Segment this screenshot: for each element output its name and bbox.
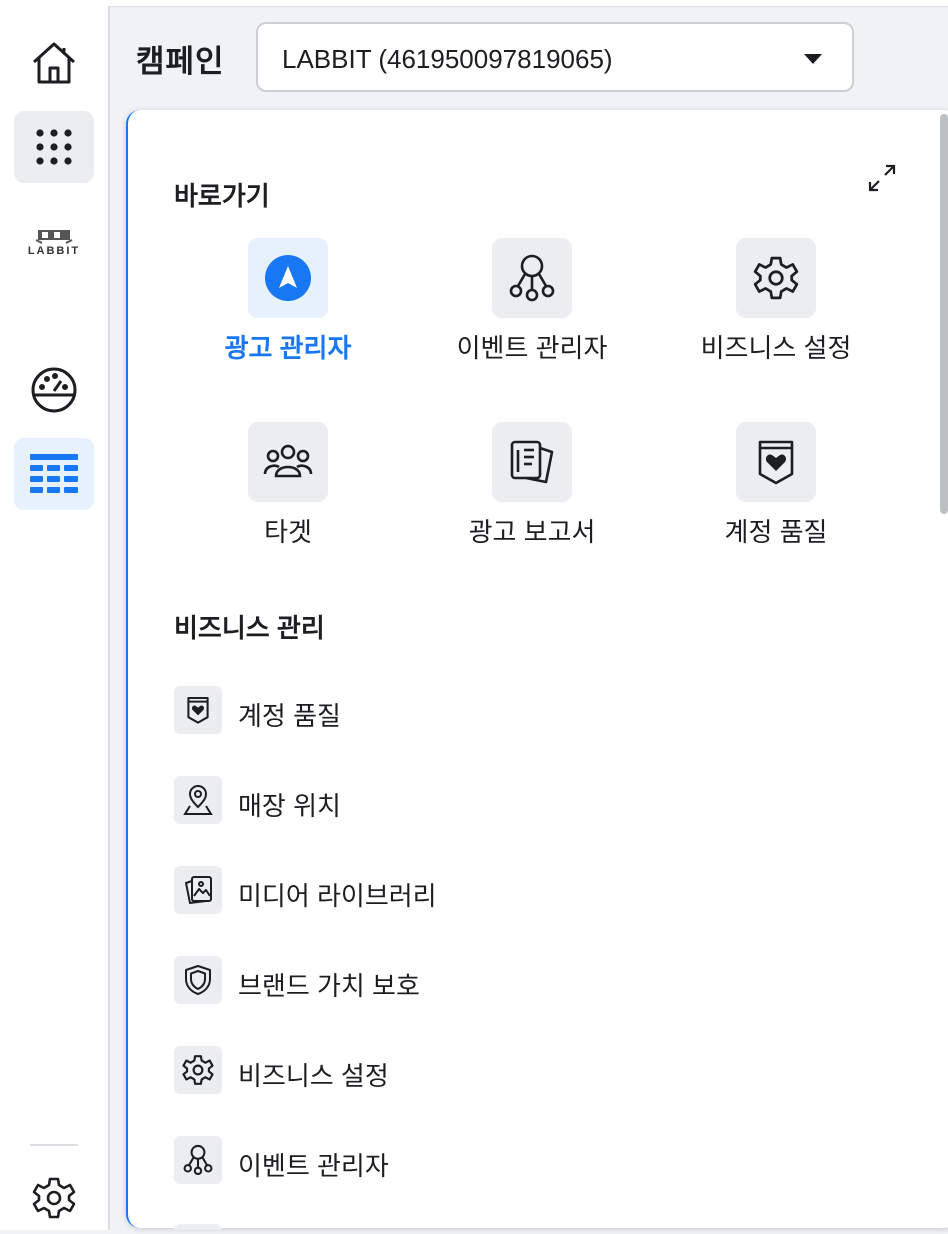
settings-button[interactable]	[14, 1162, 94, 1234]
menu-item-store-locations[interactable]: 매장 위치	[174, 776, 914, 826]
shortcut-icon-box	[248, 422, 328, 502]
logo-graphic	[35, 230, 73, 244]
shortcut-icon-box	[736, 422, 816, 502]
shortcut-icon-box	[492, 422, 572, 502]
home-button[interactable]	[14, 26, 94, 98]
menu-item-media-library[interactable]: 미디어 라이브러리	[174, 866, 914, 916]
page-header: 캠페인 LABBIT (461950097819065)	[110, 6, 948, 104]
audience-icon	[263, 444, 313, 478]
shortcut-events-manager[interactable]: 이벤트 관리자	[432, 238, 632, 388]
caret-down-icon	[804, 54, 822, 64]
menu-item-label: 계정 품질	[238, 701, 341, 731]
gear-icon	[32, 1177, 76, 1219]
menu-icon-box	[174, 686, 222, 734]
campaigns-button[interactable]	[14, 438, 94, 510]
account-quality-icon	[758, 440, 794, 485]
menu-item-brand-safety[interactable]: 브랜드 가치 보호	[174, 956, 914, 1006]
apps-grid-icon	[36, 129, 72, 165]
left-nav-rail: LABBIT	[0, 6, 110, 1230]
menu-item-account-quality[interactable]: 계정 품질	[174, 686, 914, 736]
shortcut-business-settings[interactable]: 비즈니스 설정	[676, 238, 876, 388]
expand-icon[interactable]	[866, 162, 898, 194]
account-quality-icon	[187, 696, 209, 724]
shortcut-label: 광고 관리자	[224, 333, 352, 363]
shortcut-label: 계정 품질	[724, 517, 828, 547]
shortcuts-section-title: 바로가기	[174, 181, 270, 211]
events-manager-icon	[509, 254, 555, 302]
menu-item-label: 매장 위치	[238, 791, 341, 821]
home-icon	[32, 42, 76, 84]
shortcut-icon-box	[492, 238, 572, 318]
shortcut-label: 비즈니스 설정	[700, 333, 852, 363]
menu-icon-box	[174, 1136, 222, 1184]
shield-icon	[185, 965, 211, 995]
menu-item-label: 이벤트 관리자	[238, 1151, 389, 1181]
business-management-section-title: 비즈니스 관리	[174, 613, 325, 643]
page-title: 캠페인	[136, 44, 225, 79]
account-select-value: LABBIT (461950097819065)	[282, 44, 613, 74]
ads-manager-icon	[265, 255, 311, 301]
menu-icon-box	[174, 866, 222, 914]
shortcut-label: 이벤트 관리자	[456, 333, 608, 363]
gauge-icon	[31, 367, 77, 413]
performance-button[interactable]	[14, 354, 94, 426]
menu-icon-box	[174, 1046, 222, 1094]
shortcut-label: 타겟	[264, 517, 312, 547]
shortcut-audiences[interactable]: 타겟	[188, 422, 388, 572]
business-logo[interactable]: LABBIT	[18, 228, 90, 268]
menu-item-events-manager[interactable]: 이벤트 관리자	[174, 1136, 914, 1186]
panel-scrollbar[interactable]	[940, 114, 948, 514]
shortcut-label: 광고 보고서	[468, 517, 596, 547]
media-library-icon	[185, 876, 212, 904]
table-icon	[30, 454, 78, 493]
menu-icon-box	[174, 956, 222, 1004]
ads-reporting-icon	[510, 440, 554, 484]
gear-icon	[182, 1055, 214, 1085]
menu-item-label: 브랜드 가치 보호	[238, 971, 420, 1001]
menu-icon-box	[174, 776, 222, 824]
logo-text: LABBIT	[27, 245, 81, 257]
rail-divider	[30, 1144, 78, 1146]
shortcut-ads-manager[interactable]: 광고 관리자	[188, 238, 388, 388]
menu-item-business-settings[interactable]: 비즈니스 설정	[174, 1046, 914, 1096]
menu-item-label: 미디어 라이브러리	[238, 881, 437, 911]
shortcut-icon-box	[248, 238, 328, 318]
menu-item-partial[interactable]	[174, 1224, 222, 1230]
shortcut-ads-reporting[interactable]: 광고 보고서	[432, 422, 632, 572]
store-location-icon	[183, 785, 213, 815]
gear-icon	[753, 256, 799, 300]
ad-account-selector[interactable]: LABBIT (461950097819065)	[256, 22, 854, 92]
shortcut-account-quality[interactable]: 계정 품질	[676, 422, 876, 572]
menu-item-label: 비즈니스 설정	[238, 1061, 389, 1091]
events-manager-icon	[183, 1144, 213, 1176]
all-tools-button[interactable]	[14, 111, 94, 183]
shortcut-icon-box	[736, 238, 816, 318]
